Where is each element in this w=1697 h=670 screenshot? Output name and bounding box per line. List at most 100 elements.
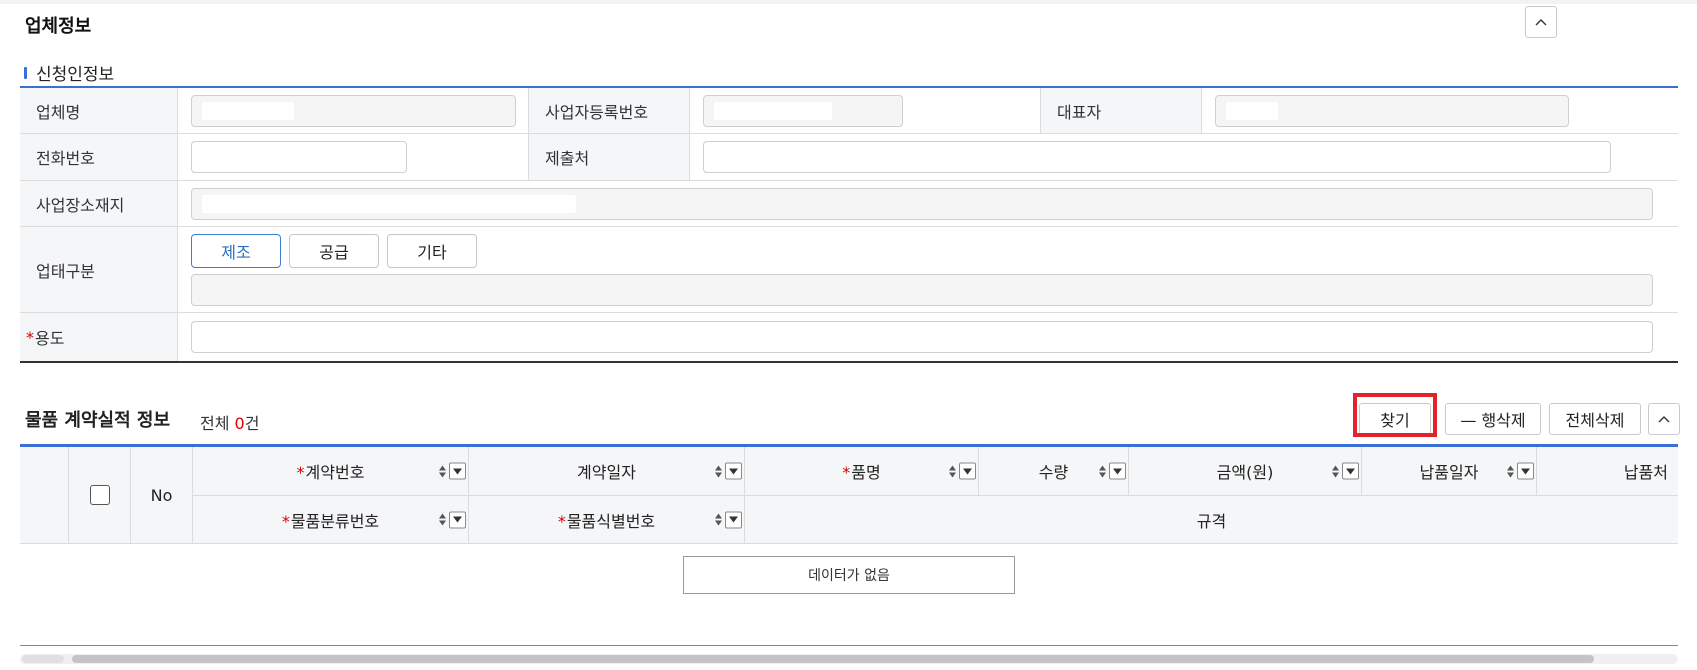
label-purpose-text: 용도	[35, 329, 65, 348]
info-row: 업체명 사업자등록번호 대표자	[20, 88, 1678, 134]
business-type-option-other[interactable]: 기타	[387, 233, 477, 268]
required-mark: *	[281, 511, 290, 531]
sort-icon[interactable]	[948, 464, 957, 478]
company-name-cell	[178, 88, 529, 133]
col-amount[interactable]: 금액(원)	[1129, 447, 1362, 496]
filter-dropdown-icon[interactable]	[449, 462, 466, 480]
horizontal-scrollbar[interactable]	[20, 654, 1678, 664]
col-spec[interactable]: 규격	[745, 496, 1678, 544]
phone-input[interactable]	[191, 141, 407, 173]
business-reg-no-cell	[690, 88, 1041, 133]
delete-all-button[interactable]: 전체삭제	[1549, 403, 1641, 435]
col-identification-no-label: 물품식별번호	[566, 511, 656, 531]
delete-row-button[interactable]: — 행삭제	[1445, 403, 1541, 435]
filter-dropdown-icon[interactable]	[725, 511, 742, 528]
col-amount-label: 금액(원)	[1216, 463, 1274, 482]
label-representative: 대표자	[1041, 88, 1202, 133]
col-quantity[interactable]: 수량	[979, 447, 1129, 496]
info-row: 사업장소재지	[20, 181, 1678, 227]
redacted-value	[202, 194, 576, 213]
label-submit-to: 제출처	[529, 134, 690, 180]
col-item-name-label: 품명	[851, 463, 881, 482]
col-contract-date[interactable]: 계약일자	[469, 447, 745, 496]
total-count: 전체 0건	[200, 410, 259, 434]
business-type-option-supply[interactable]: 공급	[289, 233, 379, 268]
label-business-type: 업태구분	[20, 227, 178, 312]
highlight-box	[1353, 393, 1437, 437]
sort-icon[interactable]	[714, 464, 723, 478]
representative-cell	[1202, 88, 1678, 133]
scrollbar-thumb[interactable]	[72, 655, 1594, 663]
applicant-subtitle: 신청인정보	[24, 60, 114, 85]
business-type-option-manufacture[interactable]: 제조	[191, 233, 281, 268]
phone-cell	[178, 134, 529, 180]
sort-icon[interactable]	[1098, 464, 1107, 478]
grid-bottom-border	[20, 645, 1678, 646]
col-identification-no[interactable]: *물품식별번호	[469, 496, 745, 544]
col-contract-no[interactable]: *계약번호	[193, 447, 469, 496]
company-name-input[interactable]	[191, 94, 516, 127]
redacted-value	[1226, 101, 1278, 120]
redacted-value	[202, 101, 294, 120]
label-business-reg-no: 사업자등록번호	[529, 88, 690, 133]
label-address: 사업장소재지	[20, 181, 178, 226]
required-mark: *	[296, 463, 305, 482]
filter-dropdown-icon[interactable]	[1109, 462, 1126, 480]
filter-dropdown-icon[interactable]	[725, 462, 742, 480]
label-company-name: 업체명	[20, 88, 178, 133]
col-item-name[interactable]: *품명	[745, 447, 979, 496]
submit-to-input[interactable]	[703, 141, 1611, 173]
chevron-up-icon	[1535, 19, 1547, 26]
col-delivery-place-label: 납품처	[1623, 463, 1668, 482]
contract-grid: No *계약번호 계약일자 *품명 수량 금액(원) 납품일자 납품처 *물품분…	[20, 444, 1678, 544]
col-delivery-date[interactable]: 납품일자	[1362, 447, 1537, 496]
filter-dropdown-icon[interactable]	[449, 511, 466, 528]
total-suffix: 건	[244, 414, 260, 433]
required-mark: *	[842, 463, 851, 482]
sort-icon[interactable]	[1331, 464, 1340, 478]
collapse-contract-button[interactable]	[1648, 403, 1680, 435]
chevron-up-icon	[1658, 416, 1670, 423]
col-delivery-date-label: 납품일자	[1419, 463, 1479, 482]
filter-dropdown-icon[interactable]	[959, 462, 976, 480]
col-delivery-place[interactable]: 납품처	[1537, 447, 1678, 496]
filter-dropdown-icon[interactable]	[1342, 462, 1359, 480]
business-type-detail-input[interactable]	[191, 273, 1653, 306]
business-reg-no-input[interactable]	[703, 94, 903, 127]
col-contract-no-label: 계약번호	[305, 463, 365, 482]
select-all-checkbox[interactable]	[89, 485, 110, 505]
label-phone: 전화번호	[20, 134, 178, 180]
col-classification-no[interactable]: *물품분류번호	[193, 496, 469, 544]
subtitle-bar	[24, 66, 27, 79]
info-row: 업태구분 제조 공급 기타	[20, 227, 1678, 313]
section-title-company: 업체정보	[25, 16, 92, 37]
business-type-selector: 제조 공급 기타	[191, 233, 477, 268]
sort-icon[interactable]	[438, 464, 447, 478]
scrollbar-left-segment[interactable]	[22, 655, 64, 663]
row-indicator-header	[20, 447, 69, 544]
collapse-company-button[interactable]	[1525, 6, 1557, 38]
purpose-input[interactable]	[191, 321, 1653, 353]
sort-icon[interactable]	[438, 513, 447, 527]
submit-to-cell	[690, 134, 1678, 180]
business-type-cell: 제조 공급 기타	[178, 227, 1678, 312]
col-quantity-label: 수량	[1038, 463, 1069, 482]
address-input[interactable]	[191, 187, 1653, 220]
applicant-subtitle-text: 신청인정보	[36, 65, 115, 85]
select-all-cell	[69, 447, 131, 544]
col-classification-no-label: 물품분류번호	[290, 511, 380, 531]
sort-icon[interactable]	[714, 513, 723, 527]
sort-icon[interactable]	[1506, 464, 1515, 478]
required-mark: *	[557, 511, 566, 531]
info-row: * 용도	[20, 313, 1678, 361]
required-mark: *	[26, 327, 34, 347]
col-contract-date-label: 계약일자	[577, 463, 636, 482]
label-purpose: * 용도	[20, 313, 178, 361]
representative-input[interactable]	[1215, 94, 1569, 127]
top-divider	[0, 0, 1697, 4]
purpose-cell	[178, 313, 1678, 361]
empty-data-message: 데이터가 없음	[683, 556, 1015, 594]
filter-dropdown-icon[interactable]	[1517, 462, 1534, 480]
redacted-value	[714, 101, 832, 120]
section-title-contract: 물품 계약실적 정보	[25, 410, 171, 431]
